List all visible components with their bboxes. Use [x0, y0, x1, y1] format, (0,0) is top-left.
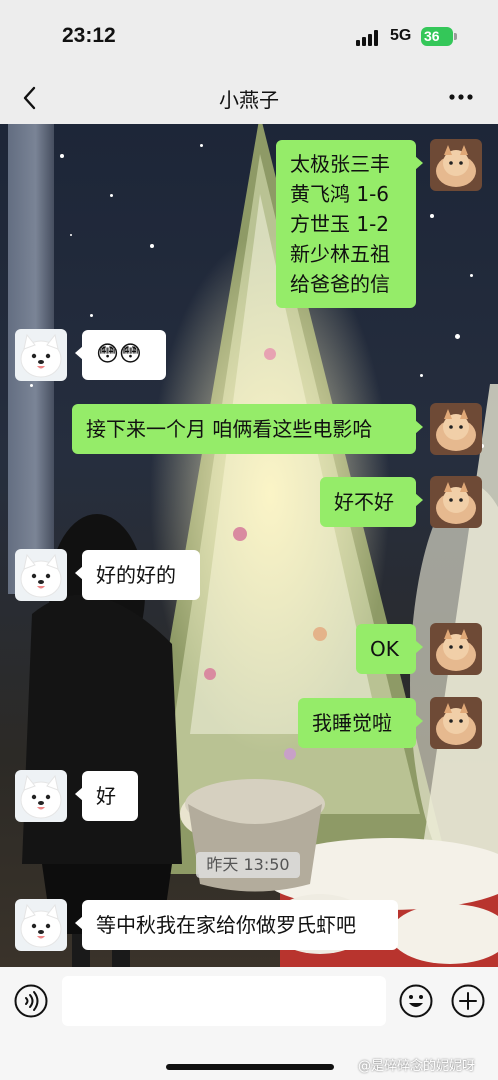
message-bubble-sent[interactable]: 接下来一个月 咱俩看这些电影哈	[72, 404, 423, 454]
message-bubble-sent[interactable]: OK	[356, 624, 423, 674]
avatar-other[interactable]	[15, 549, 67, 601]
chat-header: 小燕子	[0, 75, 498, 124]
battery-level: 36	[424, 28, 440, 44]
message-bubble-received[interactable]: 等中秋我在家给你做罗氏虾吧	[75, 900, 398, 950]
battery-cap	[454, 33, 457, 40]
message-line: 好不好	[334, 490, 394, 514]
message-bubble-received[interactable]: 好	[75, 771, 138, 821]
network-label: 5G	[390, 27, 412, 44]
chat-area[interactable]: 太极张三丰 黄飞鸿 1-6 方世玉 1-2 新少林五祖 给爸爸的信 😳😳 接下来…	[0, 124, 498, 967]
message-line: 我睡觉啦	[312, 711, 392, 735]
message-line: 好的好的	[96, 563, 176, 587]
message-bubble-sent[interactable]: 太极张三丰 黄飞鸿 1-6 方世玉 1-2 新少林五祖 给爸爸的信	[276, 140, 423, 308]
chat-title: 小燕子	[219, 88, 279, 112]
message-bubble-received[interactable]: 好的好的	[75, 550, 200, 600]
avatar-other[interactable]	[15, 329, 67, 381]
message-bubble-sent[interactable]: 好不好	[320, 477, 423, 527]
more-icon[interactable]	[446, 87, 476, 107]
battery-icon: 36	[421, 27, 453, 46]
avatar-other[interactable]	[15, 899, 67, 951]
avatar-self[interactable]	[430, 476, 482, 528]
plus-icon[interactable]	[451, 984, 485, 1018]
message-bubble-received[interactable]: 😳😳	[75, 330, 166, 380]
message-line: 新少林五祖	[290, 242, 390, 266]
message-line: 😳😳	[96, 342, 142, 367]
emoji-icon[interactable]	[399, 984, 433, 1018]
status-bar: 23:12 5G 36	[0, 0, 498, 75]
message-timestamp: 昨天 13:50	[196, 852, 300, 878]
message-line: 黄飞鸿 1-6	[290, 182, 390, 206]
watermark: @是碎碎念的妮妮呀	[358, 1059, 476, 1074]
message-line: 太极张三丰	[290, 152, 390, 176]
input-bar: @是碎碎念的妮妮呀	[0, 967, 498, 1080]
avatar-other[interactable]	[15, 770, 67, 822]
message-input[interactable]	[62, 976, 386, 1026]
avatar-self[interactable]	[430, 697, 482, 749]
home-indicator	[166, 1064, 334, 1070]
message-line: 方世玉 1-2	[290, 212, 390, 236]
avatar-self[interactable]	[430, 403, 482, 455]
message-line: 接下来一个月 咱俩看这些电影哈	[86, 417, 373, 441]
status-time: 23:12	[62, 24, 116, 47]
message-bubble-sent[interactable]: 我睡觉啦	[298, 698, 423, 748]
avatar-self[interactable]	[430, 623, 482, 675]
signal-icon	[356, 30, 382, 46]
message-line: 好	[96, 784, 116, 808]
message-line: 等中秋我在家给你做罗氏虾吧	[96, 913, 356, 937]
voice-icon[interactable]	[14, 984, 48, 1018]
message-line: OK	[370, 637, 399, 661]
message-line: 给爸爸的信	[290, 272, 390, 296]
avatar-self[interactable]	[430, 139, 482, 191]
